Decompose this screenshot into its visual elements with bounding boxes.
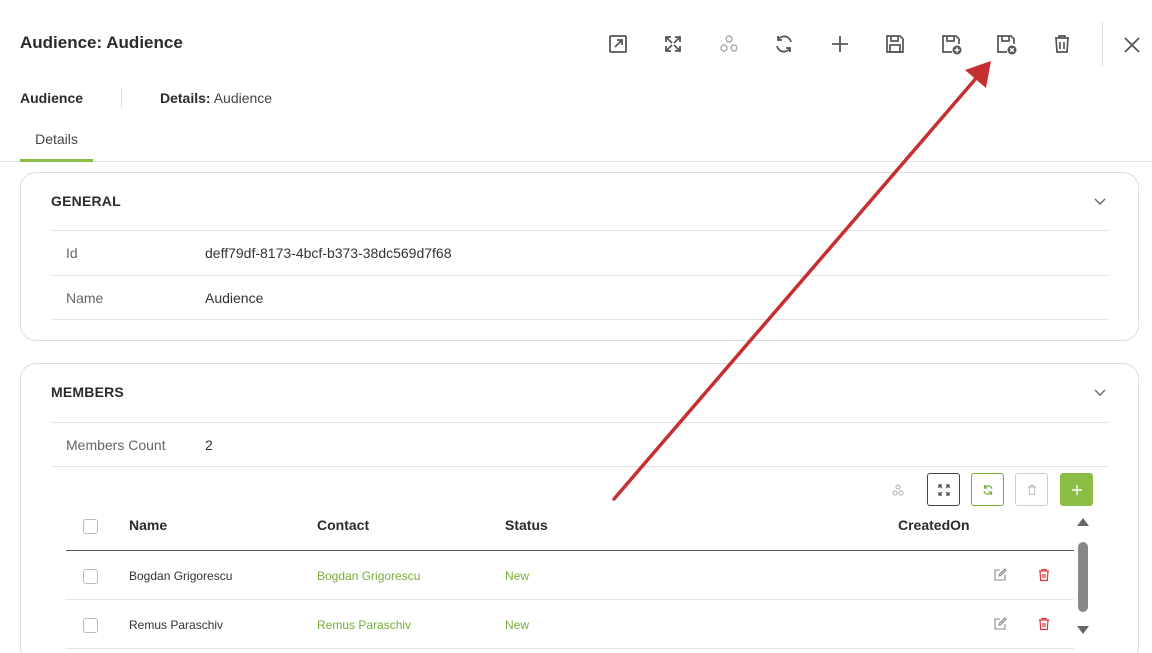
- save-button[interactable]: [868, 22, 924, 66]
- row-checkbox[interactable]: [83, 569, 98, 584]
- scrollbar-thumb[interactable]: [1078, 542, 1088, 612]
- trash-icon: [1027, 484, 1036, 495]
- tab-details[interactable]: Details: [20, 118, 93, 162]
- refresh-icon: [982, 484, 993, 495]
- toolbar-divider: [1102, 22, 1103, 66]
- maximize-icon: [665, 36, 682, 52]
- grid-delete-button[interactable]: [1015, 473, 1048, 506]
- subheader-divider: [121, 88, 122, 108]
- general-section-title: GENERAL: [51, 193, 121, 209]
- column-header-status[interactable]: Status: [505, 517, 548, 533]
- edit-icon[interactable]: [992, 616, 1008, 632]
- row-checkbox[interactable]: [83, 618, 98, 633]
- grid-add-button[interactable]: [1060, 473, 1093, 506]
- refresh-icon: [776, 35, 793, 53]
- chevron-down-icon[interactable]: [1092, 193, 1108, 209]
- details-label: Details:: [160, 90, 211, 106]
- field-value: 2: [205, 437, 213, 453]
- grid-refresh-button[interactable]: [971, 473, 1004, 506]
- save-icon: [886, 35, 905, 53]
- page-title: Audience: Audience: [20, 33, 183, 52]
- grid-maximize-button[interactable]: [927, 473, 960, 506]
- general-section: GENERAL Id deff79df-8173-4bcf-b373-38dc5…: [20, 172, 1139, 341]
- column-header-name[interactable]: Name: [129, 517, 167, 533]
- member-contact-link[interactable]: Bogdan Grigorescu: [317, 569, 420, 583]
- members-section-title: MEMBERS: [51, 384, 124, 400]
- select-all-checkbox[interactable]: [83, 519, 98, 534]
- member-name: Remus Paraschiv: [129, 618, 224, 632]
- plus-icon: [831, 36, 848, 52]
- field-label: Name: [66, 290, 104, 306]
- open-in-new-window-icon: [608, 35, 627, 53]
- member-status: New: [505, 569, 530, 583]
- field-row-members-count: Members Count 2: [51, 422, 1109, 467]
- maximize-icon: [937, 483, 950, 496]
- hierarchy-icon: [720, 35, 738, 52]
- form-header: Audience: Audience: [0, 0, 1152, 90]
- field-value: Audience: [205, 290, 264, 306]
- column-header-createdon[interactable]: CreatedOn: [898, 517, 970, 533]
- grid-hierarchy-button[interactable]: [881, 473, 914, 506]
- close-button[interactable]: [1116, 27, 1148, 63]
- grid-scrollbar[interactable]: [1076, 514, 1090, 638]
- table-row[interactable]: Remus Paraschiv Remus Paraschiv New: [66, 600, 1074, 649]
- delete-row-icon[interactable]: [1036, 616, 1052, 632]
- plus-icon: [1071, 484, 1082, 495]
- refresh-button[interactable]: [757, 22, 813, 66]
- table-row[interactable]: Bogdan Grigorescu Bogdan Grigorescu New: [66, 551, 1074, 600]
- form-toolbar: [590, 22, 1090, 66]
- grid-header: Name Contact Status CreatedOn: [66, 509, 1074, 551]
- hierarchy-icon: [892, 484, 903, 495]
- column-header-contact[interactable]: Contact: [317, 517, 369, 533]
- save-and-new-button[interactable]: [923, 22, 979, 66]
- trash-icon: [1054, 35, 1069, 53]
- scroll-up-arrow-icon[interactable]: [1076, 516, 1090, 528]
- save-and-new-icon: [941, 35, 962, 55]
- scroll-down-arrow-icon[interactable]: [1076, 624, 1090, 636]
- field-label: Members Count: [66, 437, 166, 453]
- chevron-down-icon[interactable]: [1092, 384, 1108, 400]
- hierarchy-button[interactable]: [701, 22, 757, 66]
- close-icon: [1124, 37, 1140, 53]
- details-summary: Details: Audience: [160, 90, 272, 106]
- delete-button[interactable]: [1034, 22, 1090, 66]
- save-and-close-icon: [997, 35, 1017, 55]
- maximize-button[interactable]: [646, 22, 702, 66]
- add-button[interactable]: [812, 22, 868, 66]
- field-value: deff79df-8173-4bcf-b373-38dc569d7f68: [205, 245, 452, 261]
- field-row-id: Id deff79df-8173-4bcf-b373-38dc569d7f68: [51, 230, 1109, 275]
- member-contact-link[interactable]: Remus Paraschiv: [317, 618, 411, 632]
- entity-name: Audience: [20, 90, 84, 106]
- edit-icon[interactable]: [992, 567, 1008, 583]
- save-and-close-button[interactable]: [979, 22, 1035, 66]
- members-section: MEMBERS Members Count 2 Name Contact Sta…: [20, 363, 1139, 653]
- open-in-new-window-button[interactable]: [590, 22, 646, 66]
- field-label: Id: [66, 245, 78, 261]
- tab-bar: Details: [0, 118, 1152, 162]
- member-status: New: [505, 618, 530, 632]
- details-value: Audience: [213, 90, 273, 106]
- member-name: Bogdan Grigorescu: [129, 569, 233, 583]
- field-row-name: Name Audience: [51, 275, 1109, 320]
- delete-row-icon[interactable]: [1036, 567, 1052, 583]
- grid-toolbar: [21, 473, 1138, 507]
